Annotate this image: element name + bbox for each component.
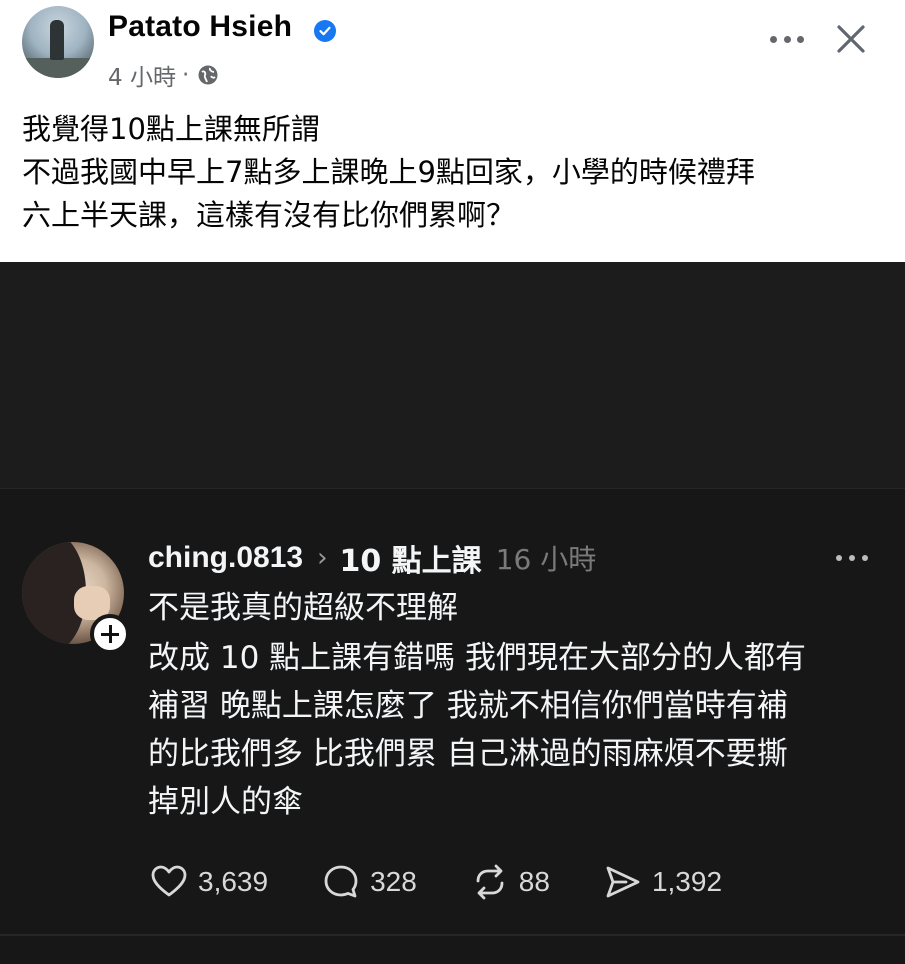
repost-count: 88 bbox=[518, 866, 550, 897]
like-stat: 3,639 bbox=[148, 861, 268, 903]
embedded-screenshot[interactable]: ching.0813 › 10 點上課 16 小時 不是我真的超級不理解 改成 … bbox=[0, 262, 905, 964]
reply-stat: 328 bbox=[320, 861, 417, 903]
share-count: 1,392 bbox=[651, 866, 723, 897]
avatar-figure bbox=[50, 20, 64, 60]
repost-icon bbox=[476, 864, 504, 900]
send-icon bbox=[606, 866, 640, 898]
verified-badge-icon bbox=[314, 20, 336, 42]
threads-text-line: 改成 10 點上課有錯嗎 我們現在大部分的人都有 bbox=[148, 640, 807, 676]
threads-post-body: 不是我真的超級不理解 改成 10 點上課有錯嗎 我們現在大部分的人都有 補習 晚… bbox=[148, 584, 888, 826]
dot bbox=[783, 35, 791, 43]
like-count: 3,639 bbox=[198, 866, 269, 897]
repost-stat: 88 bbox=[469, 861, 550, 903]
follow-plus-icon bbox=[90, 614, 130, 654]
meta-separator: · bbox=[181, 62, 190, 88]
threads-action-bar: 3,639 328 88 1,392 bbox=[148, 860, 774, 904]
threads-username: ching.0813 bbox=[148, 541, 304, 574]
heart-icon bbox=[151, 865, 187, 897]
share-stat: 1,392 bbox=[602, 861, 722, 903]
comment-icon bbox=[324, 865, 358, 898]
reply-count: 328 bbox=[370, 866, 417, 897]
more-options-icon[interactable] bbox=[770, 24, 804, 54]
globe-icon bbox=[197, 64, 219, 86]
chevron-right-icon: › bbox=[317, 543, 328, 573]
post-time[interactable]: 4 小時 bbox=[108, 58, 176, 92]
author-avatar[interactable] bbox=[22, 6, 94, 78]
threads-text-line: 的比我們多 比我們累 自己淋過的雨麻煩不要撕 bbox=[148, 736, 788, 772]
threads-text-line: 補習 晚點上課怎麼了 我就不相信你們當時有補 bbox=[148, 688, 788, 724]
threads-post-header: ching.0813 › 10 點上課 16 小時 bbox=[148, 538, 597, 579]
dot bbox=[797, 35, 804, 43]
threads-time: 16 小時 bbox=[495, 543, 597, 576]
screenshot-top-area bbox=[0, 262, 905, 488]
threads-more-icon bbox=[836, 554, 868, 562]
avatar-ground bbox=[22, 58, 94, 78]
threads-text-line: 掉別人的傘 bbox=[148, 784, 303, 820]
post-header: Patato Hsieh 4 小時 · bbox=[0, 0, 905, 100]
post-meta: 4 小時 · bbox=[108, 58, 219, 92]
threads-topic: 10 點上課 bbox=[339, 544, 482, 579]
post-text-line: 我覺得10點上課無所謂 bbox=[22, 112, 320, 146]
author-name[interactable]: Patato Hsieh bbox=[108, 10, 292, 44]
post-text-line: 不過我國中早上7點多上課晚上9點回家，小學的時候禮拜 bbox=[22, 155, 755, 189]
dot bbox=[770, 35, 777, 43]
threads-text-line: 不是我真的超級不理解 bbox=[148, 590, 458, 626]
close-icon[interactable] bbox=[834, 22, 868, 56]
divider bbox=[0, 488, 905, 489]
divider bbox=[0, 934, 905, 936]
post-text: 我覺得10點上課無所謂 不過我國中早上7點多上課晚上9點回家，小學的時候禮拜 六… bbox=[22, 108, 892, 237]
post-text-line: 六上半天課，這樣有沒有比你們累啊？ bbox=[22, 198, 516, 232]
